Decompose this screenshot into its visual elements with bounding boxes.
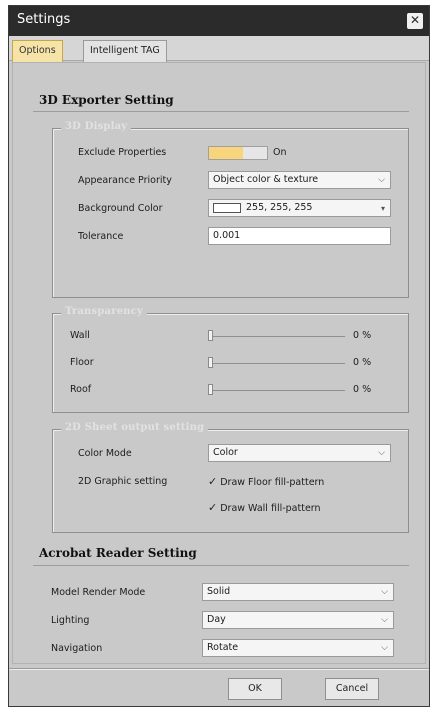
draw-floor-checkbox[interactable]: ✓ Draw Floor fill-pattern bbox=[208, 475, 324, 488]
background-color-picker[interactable]: 255, 255, 255 ▾ bbox=[208, 199, 391, 217]
transparency-roof-label: Roof bbox=[70, 384, 92, 395]
transparency-roof-track bbox=[208, 390, 345, 391]
lighting-label: Lighting bbox=[51, 615, 90, 626]
lighting-value: Day bbox=[207, 614, 226, 625]
chevron-down-icon: ⌵ bbox=[381, 643, 388, 653]
section-title-acrobat: Acrobat Reader Setting bbox=[39, 546, 197, 560]
draw-wall-checkbox[interactable]: ✓ Draw Wall fill-pattern bbox=[208, 501, 321, 514]
toggle-knob bbox=[209, 147, 243, 159]
chevron-down-icon: ⌵ bbox=[381, 587, 388, 597]
checkmark-icon: ✓ bbox=[208, 501, 218, 514]
color-mode-label: Color Mode bbox=[78, 448, 132, 459]
draw-floor-label: Draw Floor fill-pattern bbox=[220, 477, 325, 488]
navigation-value: Rotate bbox=[207, 642, 239, 653]
ok-button[interactable]: OK bbox=[228, 678, 282, 700]
navigation-select[interactable]: Rotate ⌵ bbox=[202, 639, 394, 657]
tab-intelligent-tag[interactable]: Intelligent TAG bbox=[83, 40, 167, 62]
group-legend-2d-sheet: 2D Sheet output setting bbox=[61, 422, 209, 433]
lighting-select[interactable]: Day ⌵ bbox=[202, 611, 394, 629]
render-mode-label: Model Render Mode bbox=[51, 587, 146, 598]
appearance-priority-select[interactable]: Object color & texture ⌵ bbox=[208, 171, 391, 189]
render-mode-select[interactable]: Solid ⌵ bbox=[202, 583, 394, 601]
transparency-floor-track bbox=[208, 363, 345, 364]
color-mode-select[interactable]: Color ⌵ bbox=[208, 444, 391, 462]
color-mode-value: Color bbox=[213, 447, 238, 458]
navigation-label: Navigation bbox=[51, 643, 103, 654]
cancel-button[interactable]: Cancel bbox=[325, 678, 379, 700]
group-2d-sheet-output: 2D Sheet output setting Color Mode Color… bbox=[52, 422, 409, 533]
group-3d-display: 3D Display Exclude Properties On Appeara… bbox=[52, 121, 409, 298]
title-bar[interactable]: Settings ✕ bbox=[9, 6, 429, 36]
checkmark-icon: ✓ bbox=[208, 475, 218, 488]
transparency-floor-value: 0 % bbox=[353, 357, 372, 368]
appearance-priority-value: Object color & texture bbox=[213, 174, 319, 185]
transparency-roof-value: 0 % bbox=[353, 384, 372, 395]
transparency-roof-slider[interactable] bbox=[208, 384, 213, 395]
section-divider bbox=[33, 111, 409, 112]
toggle-track bbox=[243, 147, 267, 159]
close-icon[interactable]: ✕ bbox=[407, 13, 423, 29]
transparency-floor-label: Floor bbox=[70, 357, 94, 368]
transparency-floor-slider[interactable] bbox=[208, 357, 213, 368]
section-title-3d-exporter: 3D Exporter Setting bbox=[39, 93, 174, 107]
transparency-wall-value: 0 % bbox=[353, 330, 372, 341]
transparency-wall-label: Wall bbox=[70, 330, 90, 341]
transparency-wall-track bbox=[208, 336, 345, 337]
footer-divider bbox=[9, 668, 429, 670]
background-color-value: 255, 255, 255 bbox=[246, 202, 313, 213]
dropdown-arrow-icon: ▾ bbox=[380, 204, 385, 213]
color-swatch bbox=[213, 202, 241, 213]
exclude-properties-label: Exclude Properties bbox=[78, 147, 167, 158]
render-mode-value: Solid bbox=[207, 586, 231, 597]
group-legend-3d-display: 3D Display bbox=[61, 121, 132, 132]
tolerance-label: Tolerance bbox=[78, 231, 124, 242]
settings-dialog: Settings ✕ Options Intelligent TAG 3D Ex… bbox=[8, 5, 430, 707]
tab-bar: Options Intelligent TAG bbox=[9, 36, 429, 62]
chevron-down-icon: ⌵ bbox=[378, 448, 385, 458]
section-divider bbox=[33, 565, 409, 566]
options-panel: 3D Exporter Setting 3D Display Exclude P… bbox=[12, 62, 426, 664]
transparency-wall-slider[interactable] bbox=[208, 330, 213, 341]
tolerance-input[interactable]: 0.001 bbox=[208, 227, 391, 245]
chevron-down-icon: ⌵ bbox=[381, 615, 388, 625]
group-transparency: Transparency Wall 0 % Floor 0 % Roof 0 % bbox=[52, 306, 409, 413]
background-color-label: Background Color bbox=[78, 203, 163, 214]
chevron-down-icon: ⌵ bbox=[378, 175, 385, 185]
dialog-title: Settings bbox=[17, 12, 71, 27]
appearance-priority-label: Appearance Priority bbox=[78, 175, 172, 186]
group-legend-transparency: Transparency bbox=[61, 306, 148, 317]
draw-wall-label: Draw Wall fill-pattern bbox=[220, 503, 321, 514]
exclude-properties-value: On bbox=[273, 147, 287, 158]
tab-options[interactable]: Options bbox=[12, 40, 63, 62]
graphic-setting-label: 2D Graphic setting bbox=[78, 476, 168, 487]
exclude-properties-toggle[interactable] bbox=[208, 146, 268, 160]
